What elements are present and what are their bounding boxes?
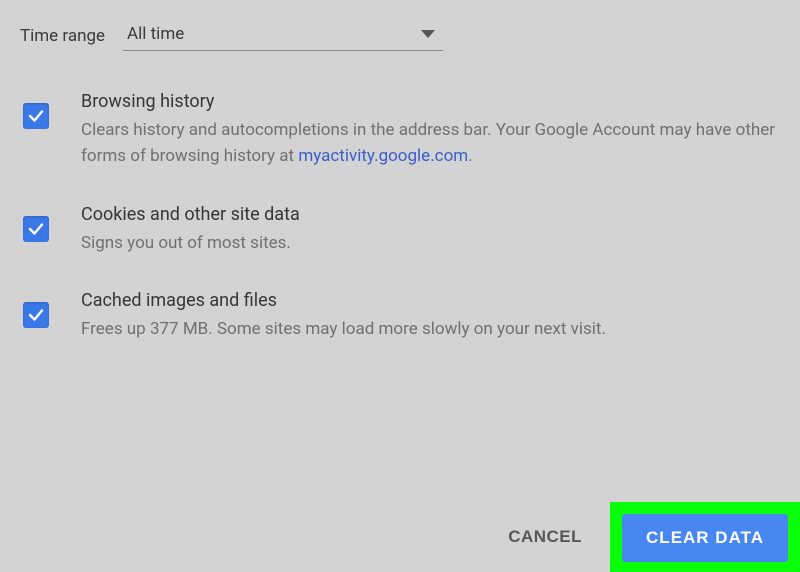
check-icon (27, 220, 45, 238)
desc-suffix: . (468, 146, 472, 166)
option-text: Cached images and files Frees up 377 MB.… (81, 290, 788, 342)
activity-link[interactable]: myactivity.google.com (298, 146, 468, 166)
checkbox-cache[interactable] (23, 302, 49, 328)
chevron-down-icon (421, 30, 435, 38)
option-cache: Cached images and files Frees up 377 MB.… (23, 290, 788, 342)
checkbox-browsing-history[interactable] (23, 103, 49, 129)
option-description: Frees up 377 MB. Some sites may load mor… (81, 316, 788, 342)
time-range-row: Time range All time (0, 0, 800, 51)
time-range-value: All time (127, 24, 184, 44)
option-browsing-history: Browsing history Clears history and auto… (23, 91, 788, 170)
clear-data-button[interactable]: CLEAR DATA (622, 514, 788, 562)
option-text: Cookies and other site data Signs you ou… (81, 204, 788, 256)
highlight-frame: CLEAR DATA (610, 502, 800, 572)
option-text: Browsing history Clears history and auto… (81, 91, 788, 170)
button-row: CANCEL CLEAR DATA (480, 502, 800, 572)
cancel-button[interactable]: CANCEL (480, 513, 610, 561)
option-title: Browsing history (81, 91, 788, 112)
option-cookies: Cookies and other site data Signs you ou… (23, 204, 788, 256)
option-title: Cookies and other site data (81, 204, 788, 225)
check-icon (27, 306, 45, 324)
check-icon (27, 107, 45, 125)
option-description: Clears history and autocompletions in th… (81, 117, 788, 170)
checkbox-cookies[interactable] (23, 216, 49, 242)
option-description: Signs you out of most sites. (81, 230, 788, 256)
time-range-label: Time range (20, 26, 105, 46)
time-range-select[interactable]: All time (123, 20, 443, 51)
option-title: Cached images and files (81, 290, 788, 311)
options-area: Browsing history Clears history and auto… (0, 51, 800, 342)
